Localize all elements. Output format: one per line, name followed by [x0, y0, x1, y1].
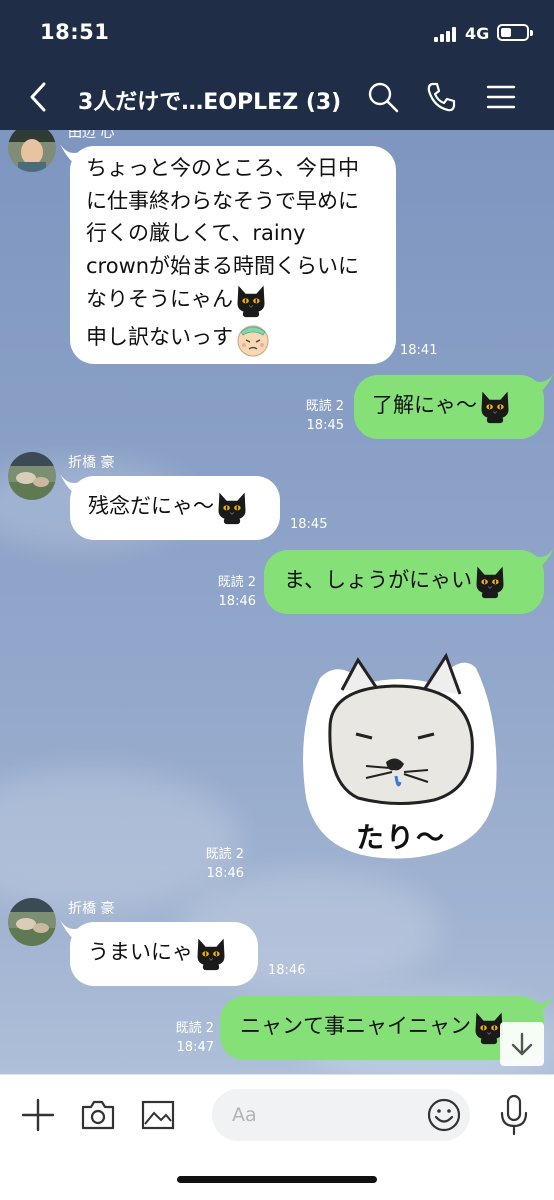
- search-icon: [368, 82, 399, 113]
- sticker-text: たり〜: [356, 821, 447, 854]
- message-time: 18:45: [306, 417, 344, 433]
- sender-name: 折橋 豪: [68, 901, 115, 917]
- message-text: 了解にゃ〜: [372, 393, 477, 417]
- network-label: 4G: [465, 24, 490, 43]
- message-bubble[interactable]: ま、しょうがにゃい: [264, 550, 544, 614]
- search-button[interactable]: [366, 80, 400, 114]
- black-cat-emoji: [214, 489, 250, 525]
- black-cat-emoji: [193, 935, 229, 971]
- cloud-decoration: [0, 770, 240, 910]
- menu-button[interactable]: [484, 82, 518, 112]
- message-text-line: に仕事終わらなそうで早めに: [86, 188, 359, 213]
- arrow-down-icon: [511, 1032, 533, 1056]
- message-bubble[interactable]: 了解にゃ〜: [354, 375, 544, 439]
- status-time: 18:51: [40, 20, 110, 44]
- plus-icon: [21, 1098, 55, 1132]
- bubble-tail: [534, 548, 554, 570]
- avatar[interactable]: [8, 130, 56, 172]
- image-button[interactable]: [140, 1097, 176, 1133]
- message-bubble[interactable]: ニャンて事ニャイニャン: [220, 996, 544, 1060]
- message-text-line: 行くの厳しくて、rainy: [86, 221, 306, 246]
- message-time: 18:46: [268, 963, 306, 978]
- call-button[interactable]: [424, 80, 458, 114]
- camera-button[interactable]: [80, 1097, 116, 1133]
- message-text-line: なりそうにゃん: [86, 287, 233, 312]
- phone-icon: [427, 82, 456, 112]
- mic-icon: [500, 1094, 528, 1136]
- back-icon: [30, 82, 46, 112]
- read-receipt: 既読 2: [305, 399, 344, 414]
- message-text-line: ちょっと今のところ、今日中: [86, 156, 359, 180]
- chat-title: 3人だけで…EOPLEZ (3): [78, 90, 342, 115]
- message-time: 18:45: [290, 517, 328, 532]
- message-text-line: 申し訳ないっす: [86, 325, 233, 350]
- menu-icon: [486, 85, 516, 109]
- home-indicator: [177, 1176, 377, 1183]
- add-button[interactable]: [20, 1097, 56, 1133]
- bubble-tail: [534, 994, 554, 1016]
- message-text: うまいにゃ: [88, 940, 193, 964]
- emoji-button[interactable]: [426, 1097, 462, 1133]
- black-cat-emoji: [233, 282, 269, 318]
- scroll-to-bottom-button[interactable]: [500, 1022, 544, 1066]
- message-time: 18:47: [176, 1039, 214, 1055]
- message-text: ま、しょうがにゃい: [284, 568, 473, 592]
- message-bubble[interactable]: うまいにゃ: [70, 922, 258, 986]
- read-receipt: 既読 2: [175, 1021, 214, 1036]
- signal-icon: [434, 26, 460, 42]
- message-text: ニャンて事ニャイニャン: [240, 1014, 471, 1038]
- avatar[interactable]: [8, 898, 56, 946]
- sender-name: 折橋 豪: [68, 455, 115, 471]
- camera-icon: [81, 1100, 115, 1130]
- message-bubble[interactable]: 残念だにゃ〜: [70, 476, 280, 540]
- chat-area[interactable]: 田辺 心 ちょっと今のところ、今日中 に仕事終わらなそうで早めに 行くの厳しくて…: [0, 130, 554, 1074]
- battery-icon: [497, 24, 533, 41]
- read-receipt: 既読 2: [217, 575, 256, 590]
- voice-button[interactable]: [496, 1093, 532, 1137]
- message-time: 18:46: [206, 865, 244, 881]
- message-text: 残念だにゃ〜: [88, 494, 214, 518]
- read-receipt: 既読 2: [205, 847, 244, 862]
- cat-sticker[interactable]: たり〜: [300, 638, 500, 862]
- black-cat-emoji: [472, 563, 508, 599]
- message-bubble[interactable]: ちょっと今のところ、今日中 に仕事終わらなそうで早めに 行くの厳しくて、rain…: [70, 146, 396, 364]
- sender-name: 田辺 心: [68, 130, 115, 141]
- status-bar: 18:51 4G: [0, 0, 554, 64]
- message-time: 18:46: [218, 593, 256, 609]
- message-time: 18:41: [400, 343, 438, 358]
- avatar[interactable]: [8, 452, 56, 500]
- message-text-line: crownが始まる時間くらいに: [86, 253, 360, 278]
- emoji-icon: [427, 1098, 461, 1132]
- image-icon: [141, 1100, 175, 1130]
- black-cat-emoji: [477, 388, 513, 424]
- back-button[interactable]: [22, 78, 58, 116]
- chat-header: 3人だけで…EOPLEZ (3): [0, 64, 554, 130]
- bubble-tail: [534, 373, 554, 395]
- sick-face-emoji: [233, 318, 273, 358]
